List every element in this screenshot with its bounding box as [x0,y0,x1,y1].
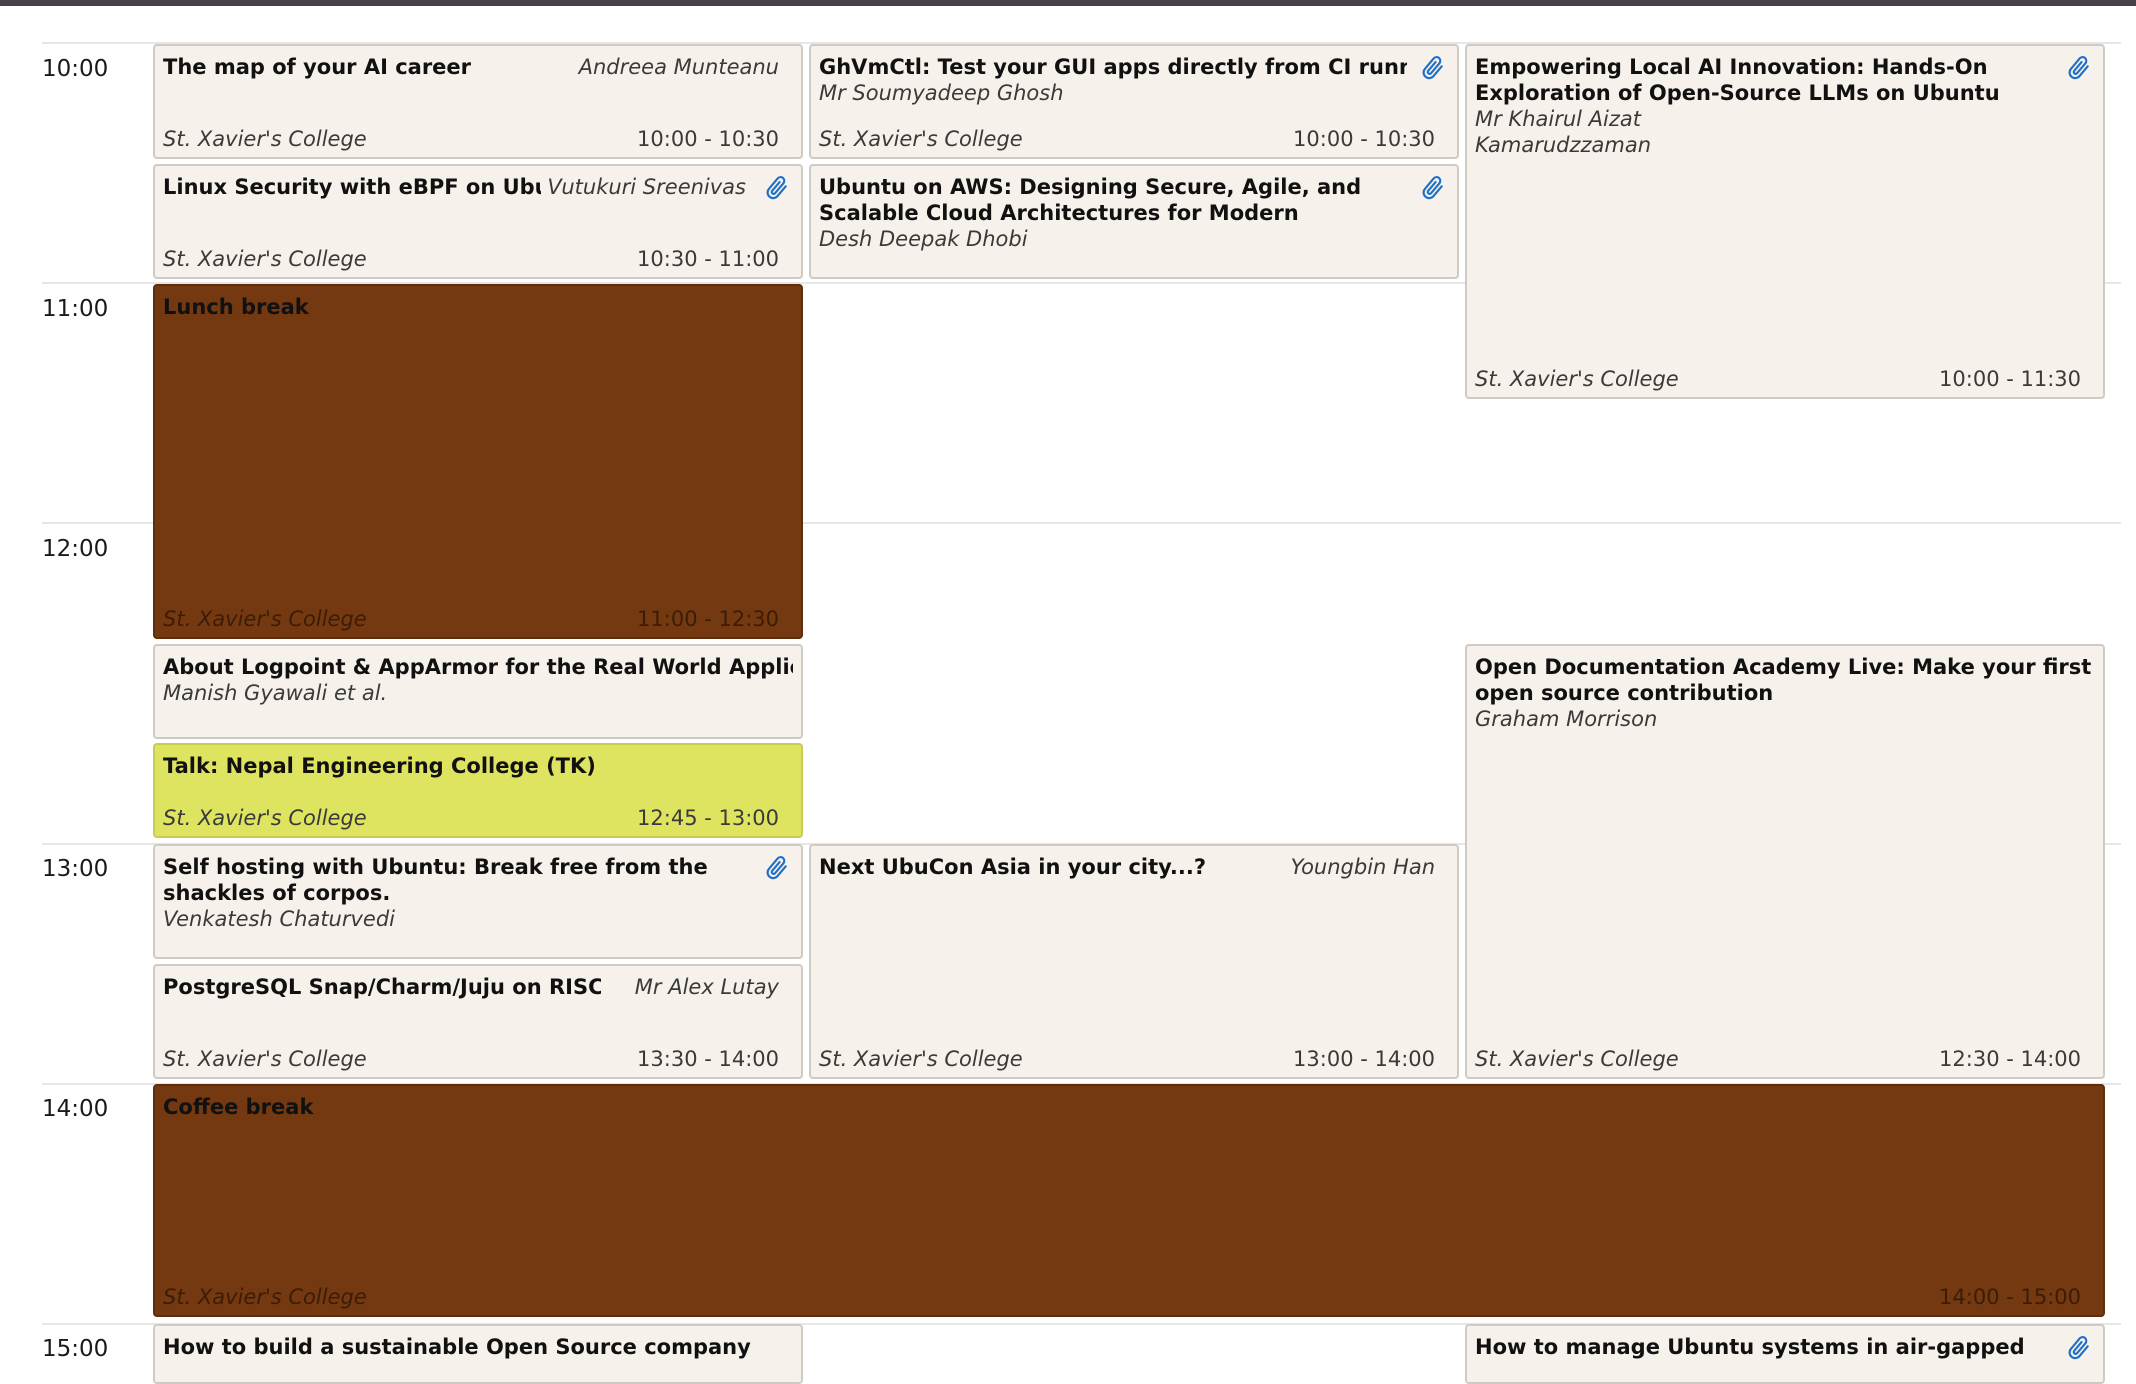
event-title: Coffee break [163,1095,314,1119]
hour-label: 14:00 [42,1096,109,1122]
event-location: St. Xavier's College [163,127,367,151]
event-speaker: Vutukuri Sreenivas [547,175,746,199]
event-ebpf[interactable]: Linux Security with eBPF on Ubuntu Vutuk… [153,164,803,279]
event-location: St. Xavier's College [1475,1047,1679,1071]
event-title: Linux Security with eBPF on Ubuntu [163,175,541,199]
event-time: 13:30 - 14:00 [637,1047,779,1071]
event-location: St. Xavier's College [1475,367,1679,391]
event-sustainable-company[interactable]: How to build a sustainable Open Source c… [153,1324,803,1384]
event-title: The map of your AI career [163,55,472,79]
hour-label: 11:00 [42,296,109,322]
event-speaker: Venkatesh Chaturvedi [163,907,396,931]
event-open-doc-academy[interactable]: Open Documentation Academy Live: Make yo… [1465,644,2105,1079]
paperclip-icon[interactable] [2061,50,2097,86]
event-title: About Logpoint & AppArmor for the Real W… [163,655,793,679]
event-location: St. Xavier's College [163,1047,367,1071]
event-location: St. Xavier's College [163,247,367,271]
event-ubucon-asia[interactable]: Next UbuCon Asia in your city...? Youngb… [809,844,1459,1079]
event-title: Lunch break [163,295,309,319]
event-title: How to manage Ubuntu systems in air-gapp… [1475,1335,2025,1359]
event-speaker: Mr Alex Lutay [634,975,779,999]
event-title: Ubuntu on AWS: Designing Secure, Agile, … [819,175,1362,225]
top-bar [0,0,2136,6]
event-location: St. Xavier's College [163,806,367,830]
event-title: Self hosting with Ubuntu: Break free fro… [163,855,708,905]
event-location: St. Xavier's College [163,607,367,631]
hour-label: 15:00 [42,1336,109,1362]
event-time: 10:00 - 10:30 [637,127,779,151]
event-time: 12:45 - 13:00 [637,806,779,830]
event-location: St. Xavier's College [819,1047,1023,1071]
event-ai-career[interactable]: The map of your AI career Andreea Muntea… [153,44,803,159]
event-coffee-break[interactable]: Coffee break St. Xavier's College 14:00 … [153,1084,2105,1317]
event-local-ai[interactable]: Empowering Local AI Innovation: Hands-On… [1465,44,2105,399]
event-nepal-engineering[interactable]: Talk: Nepal Engineering College (TK) St.… [153,743,803,838]
event-time: 13:00 - 14:00 [1293,1047,1435,1071]
event-title: Open Documentation Academy Live: Make yo… [1475,655,2092,705]
event-time: 10:30 - 11:00 [637,247,779,271]
event-self-hosting[interactable]: Self hosting with Ubuntu: Break free fro… [153,844,803,959]
event-time: 11:00 - 12:30 [637,607,779,631]
event-logpoint[interactable]: About Logpoint & AppArmor for the Real W… [153,644,803,739]
event-air-gapped[interactable]: How to manage Ubuntu systems in air-gapp… [1465,1324,2105,1384]
hour-label: 13:00 [42,856,109,882]
event-speaker: Andreea Munteanu [578,55,779,79]
event-speaker: Manish Gyawali et al. [163,681,388,705]
paperclip-icon[interactable] [759,850,795,886]
event-speaker: Mr Khairul Aizat Kamarudzzaman [1475,107,1652,157]
event-speaker: Mr Soumyadeep Ghosh [819,81,1064,105]
event-title: PostgreSQL Snap/Charm/Juju on RISC-V [163,975,601,999]
event-postgresql[interactable]: PostgreSQL Snap/Charm/Juju on RISC-V Mr … [153,964,803,1079]
event-speaker: Desh Deepak Dhobi [819,227,1028,251]
event-title: GhVmCtl: Test your GUI apps directly fro… [819,55,1407,79]
event-title: Talk: Nepal Engineering College (TK) [163,754,596,778]
event-title: Empowering Local AI Innovation: Hands-On… [1475,55,2000,105]
event-ubuntu-aws[interactable]: Ubuntu on AWS: Designing Secure, Agile, … [809,164,1459,279]
event-location: St. Xavier's College [163,1285,367,1309]
hour-label: 12:00 [42,536,109,562]
event-lunch-break[interactable]: Lunch break St. Xavier's College 11:00 -… [153,284,803,639]
event-title: How to build a sustainable Open Source c… [163,1335,751,1359]
event-location: St. Xavier's College [819,127,1023,151]
paperclip-icon[interactable] [1415,170,1451,206]
event-ghvmctl[interactable]: GhVmCtl: Test your GUI apps directly fro… [809,44,1459,159]
event-title: Next UbuCon Asia in your city...? [819,855,1207,879]
event-time: 10:00 - 11:30 [1939,367,2081,391]
paperclip-icon[interactable] [2061,1330,2097,1366]
event-time: 10:00 - 10:30 [1293,127,1435,151]
event-time: 12:30 - 14:00 [1939,1047,2081,1071]
event-speaker: Graham Morrison [1475,707,1658,731]
event-speaker: Youngbin Han [1290,855,1435,879]
hour-label: 10:00 [42,56,109,82]
event-time: 14:00 - 15:00 [1939,1285,2081,1309]
paperclip-icon[interactable] [759,170,795,206]
